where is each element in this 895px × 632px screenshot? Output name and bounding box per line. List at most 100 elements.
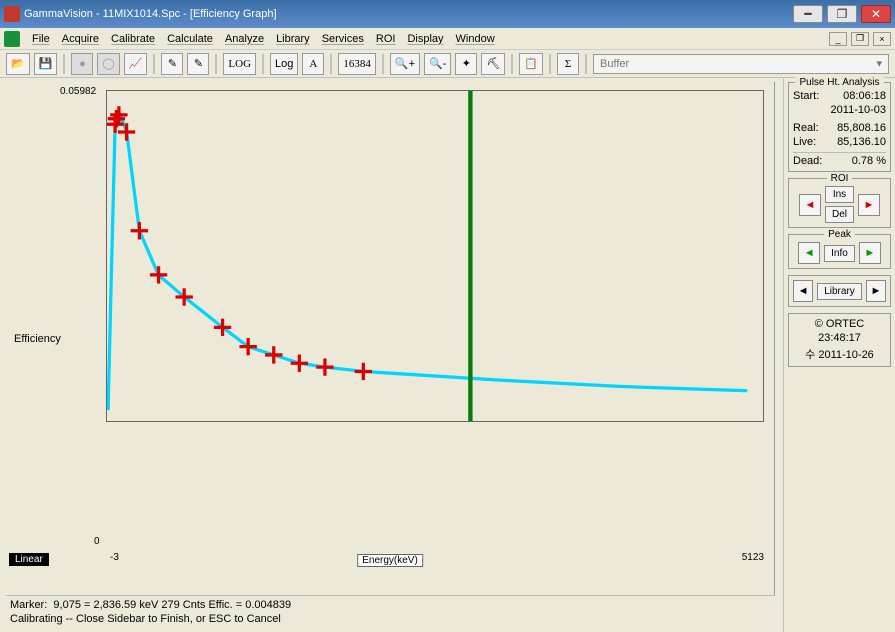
scale-badge: Linear: [9, 553, 49, 566]
pulse-title: Pulse Ht. Analysis: [795, 77, 883, 88]
save-icon: 💾: [39, 57, 53, 70]
status-bar: Marker: 9,075 = 2,836.59 keV 279 Cnts Ef…: [6, 595, 775, 628]
wand-icon: ✎: [168, 57, 177, 70]
x-min-label: -3: [110, 552, 119, 563]
menu-acquire[interactable]: Acquire: [56, 31, 105, 47]
peak-info-button[interactable]: Info: [824, 245, 855, 262]
flag-right-icon: ►: [864, 199, 875, 211]
zoom-in-button[interactable]: 🔍+: [390, 53, 420, 75]
mdi-restore-button[interactable]: ❐: [851, 32, 869, 46]
title-bar: GammaVision - 11MIX1014.Spc - [Efficienc…: [0, 0, 895, 28]
cal-tool2-button[interactable]: ✎: [187, 53, 209, 75]
mdi-minimize-button[interactable]: _: [829, 32, 847, 46]
log-button[interactable]: LOG: [223, 53, 256, 75]
maximize-button[interactable]: ❐: [827, 5, 857, 23]
bars-right-icon: ►: [870, 285, 881, 297]
channels-button[interactable]: 16384: [338, 53, 376, 75]
peak-title: Peak: [824, 229, 855, 240]
roi-prev-button[interactable]: ◄: [799, 194, 821, 216]
efficiency-curve: [108, 112, 747, 410]
roi-panel: ROI ◄ Ins Del ►: [788, 178, 891, 228]
roi-ins-button[interactable]: Ins: [825, 186, 854, 203]
record-button: ●: [71, 53, 93, 75]
live-value: 85,136.10: [837, 136, 886, 148]
flag-left-icon: ◄: [805, 199, 816, 211]
real-value: 85,808.16: [837, 122, 886, 134]
menu-analyze[interactable]: Analyze: [219, 31, 270, 47]
menu-library[interactable]: Library: [270, 31, 316, 47]
peak-icon: ⛏: [486, 57, 500, 70]
app-menu-icon[interactable]: [4, 31, 20, 47]
menu-roi[interactable]: ROI: [370, 31, 402, 47]
record-icon: ●: [79, 58, 86, 70]
roi-next-button[interactable]: ►: [858, 194, 880, 216]
save-button[interactable]: 💾: [34, 53, 58, 75]
crosshair-button[interactable]: ✦: [455, 53, 477, 75]
start-date: 2011-10-03: [831, 104, 886, 116]
roi-title: ROI: [827, 173, 853, 184]
report-button[interactable]: 📋: [519, 53, 543, 75]
menu-bar: File Acquire Calibrate Calculate Analyze…: [0, 28, 895, 50]
report-icon: 📋: [524, 57, 538, 70]
peak-panel: Peak ◄ Info ►: [788, 234, 891, 269]
peak-tool-button[interactable]: ⛏: [481, 53, 505, 75]
open-icon: 📂: [11, 57, 25, 70]
crosshair-icon: ✦: [462, 57, 471, 70]
cal-tool1-button[interactable]: ✎: [161, 53, 183, 75]
close-button[interactable]: ✕: [861, 5, 891, 23]
menu-file[interactable]: File: [26, 31, 56, 47]
menu-calculate[interactable]: Calculate: [161, 31, 219, 47]
window-title: GammaVision - 11MIX1014.Spc - [Efficienc…: [24, 8, 789, 20]
open-button[interactable]: 📂: [6, 53, 30, 75]
efficiency-chart[interactable]: [106, 90, 764, 422]
app-icon: [4, 6, 20, 22]
lib-prev-button[interactable]: ◄: [793, 280, 813, 302]
y-max-label: 0.05982: [60, 86, 96, 97]
roi-del-button[interactable]: Del: [825, 206, 854, 223]
clock-panel: © ORTEC 23:48:17 수 2011-10-26: [788, 313, 891, 367]
buffer-select[interactable]: Buffer ▾: [593, 54, 889, 74]
sidebar: Pulse Ht. Analysis Start:08:06:18 2011-1…: [783, 78, 895, 632]
library-button[interactable]: Library: [817, 283, 862, 300]
peak-next-button[interactable]: ►: [859, 242, 881, 264]
chart-wrapper: Efficiency 0.05982 0 -3 5123 Energy(keV)…: [6, 82, 775, 595]
lib-next-button[interactable]: ►: [866, 280, 886, 302]
ortec-label: © ORTEC: [793, 318, 886, 330]
pulse-panel: Pulse Ht. Analysis Start:08:06:18 2011-1…: [788, 82, 891, 172]
mdi-close-button[interactable]: ×: [873, 32, 891, 46]
menu-window[interactable]: Window: [450, 31, 501, 47]
bars-left-icon: ◄: [798, 285, 809, 297]
library-panel: ◄ Library ►: [788, 275, 891, 307]
buffer-label: Buffer: [600, 58, 629, 70]
log-small-button[interactable]: Log: [270, 53, 298, 75]
y-min-label: 0: [94, 536, 100, 547]
spectrum-button[interactable]: 📈: [124, 53, 148, 75]
zoom-out-icon: 🔍-: [429, 57, 446, 70]
clock-time: 23:48:17: [793, 332, 886, 344]
menu-display[interactable]: Display: [401, 31, 449, 47]
spectrum-icon: 📈: [129, 57, 143, 70]
peak-left-icon: ◄: [804, 247, 815, 259]
menu-calibrate[interactable]: Calibrate: [105, 31, 161, 47]
main-area: Efficiency 0.05982 0 -3 5123 Energy(keV)…: [0, 78, 895, 632]
minimize-button[interactable]: ━: [793, 5, 823, 23]
zoom-out-button[interactable]: 🔍-: [424, 53, 451, 75]
x-max-label: 5123: [742, 552, 764, 563]
x-axis-label: Energy(keV): [357, 554, 423, 567]
start-time: 08:06:18: [843, 90, 886, 102]
calibrating-hint: Calibrating -- Close Sidebar to Finish, …: [10, 612, 771, 626]
y-axis-label: Efficiency: [14, 333, 61, 345]
a-button[interactable]: A: [302, 53, 324, 75]
clock-date: 수 2011-10-26: [793, 346, 886, 362]
stop-icon: ◯: [102, 57, 114, 70]
peak-prev-button[interactable]: ◄: [798, 242, 820, 264]
plot-area: Efficiency 0.05982 0 -3 5123 Energy(keV)…: [0, 78, 783, 632]
zoom-in-icon: 🔍+: [395, 57, 415, 70]
marker-label: Marker:: [10, 599, 47, 611]
dead-value: 0.78 %: [852, 155, 886, 167]
toolbar: 📂 💾 ● ◯ 📈 ✎ ✎ LOG Log A 16384 🔍+ 🔍- ✦ ⛏ …: [0, 50, 895, 78]
sigma-button[interactable]: Σ: [557, 53, 579, 75]
stop-button: ◯: [97, 53, 119, 75]
chevron-down-icon: ▾: [876, 57, 882, 70]
menu-services[interactable]: Services: [316, 31, 370, 47]
